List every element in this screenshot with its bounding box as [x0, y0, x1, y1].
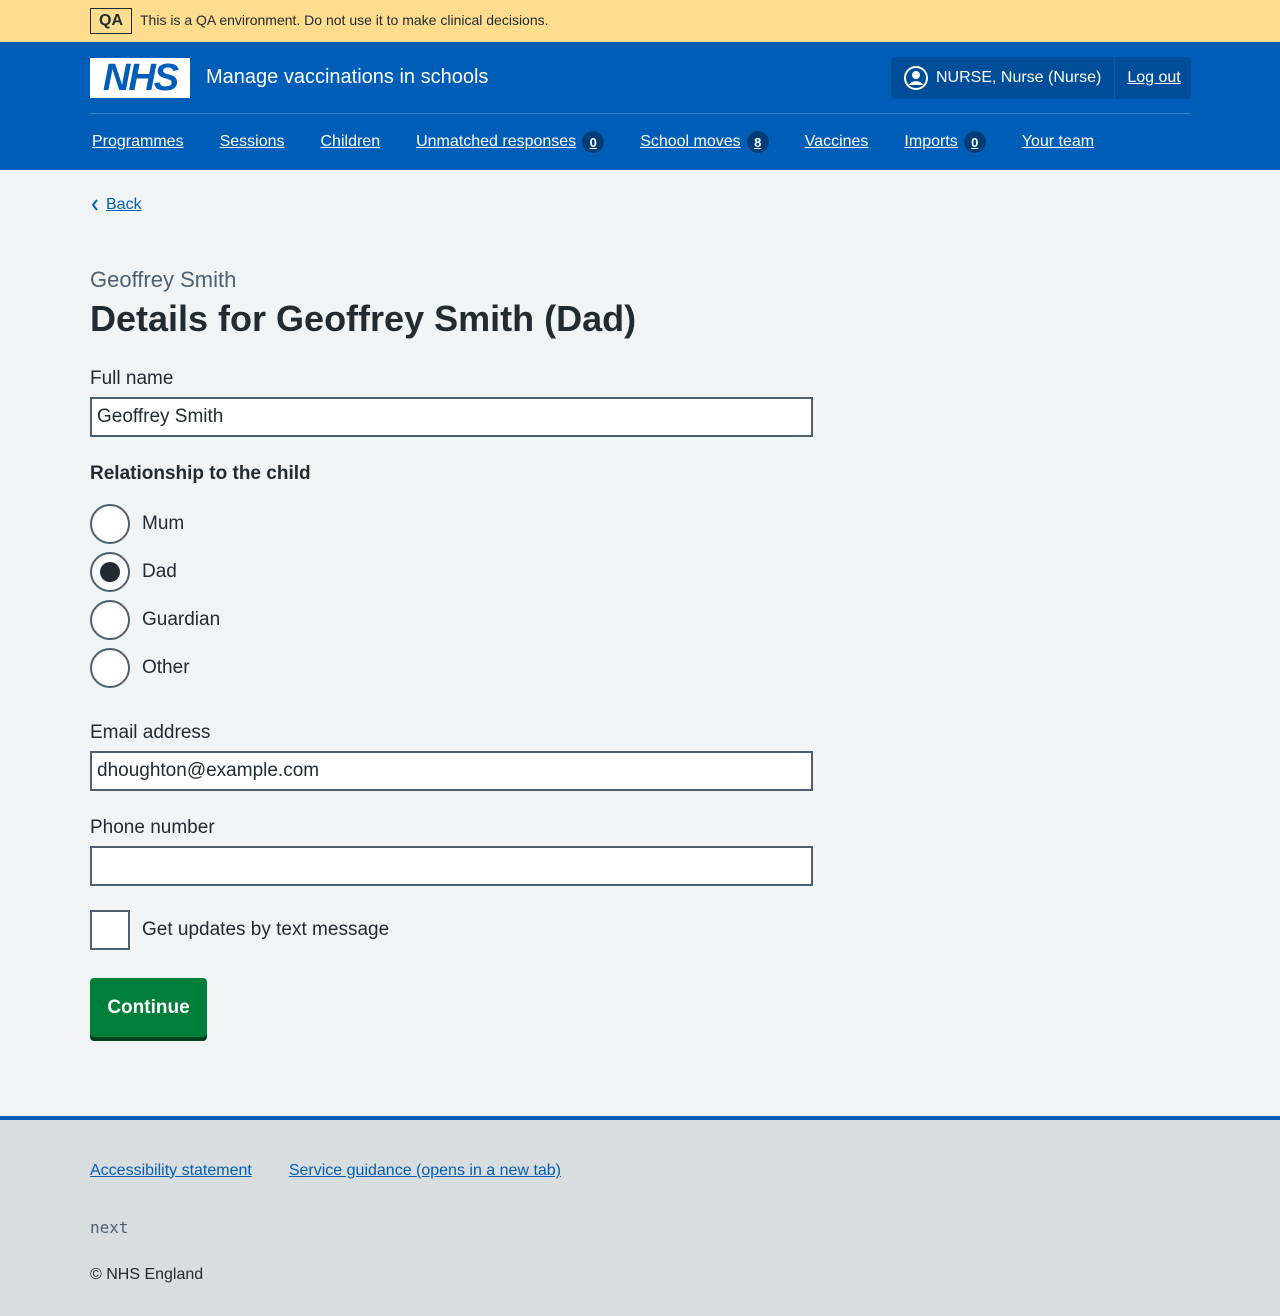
qa-tag: QA — [90, 8, 132, 34]
nav-vaccines[interactable]: Vaccines — [805, 133, 869, 151]
nav-children[interactable]: Children — [321, 133, 381, 151]
unmatched-count-badge: 0 — [582, 131, 605, 153]
nav-vaccines-label: Vaccines — [804, 133, 869, 150]
nav-your-team[interactable]: Your team — [1022, 133, 1094, 151]
qa-banner-text: This is a QA environment. Do not use it … — [140, 12, 549, 28]
nav-unmatched-responses-label: Unmatched responses — [416, 133, 577, 150]
nav-school-moves[interactable]: School moves 8 — [640, 131, 769, 153]
chevron-left-icon — [91, 199, 98, 211]
radio-mum[interactable]: Mum — [90, 504, 184, 544]
radio-dad-label[interactable]: Dad — [142, 561, 177, 583]
page-title: Details for Geoffrey Smith (Dad) — [90, 298, 637, 339]
header: NHS Manage vaccinations in schools NURSE… — [0, 42, 1280, 170]
nhs-logo-text: NHS — [102, 57, 179, 99]
radio-guardian[interactable]: Guardian — [90, 600, 220, 640]
footer-links: Accessibility statement Service guidance… — [90, 1162, 598, 1180]
app-version: next — [90, 1218, 129, 1237]
email-input[interactable] — [90, 751, 813, 791]
full-name-label: Full name — [90, 368, 174, 389]
user-icon — [904, 66, 928, 90]
logout-link[interactable]: Log out — [1115, 57, 1180, 99]
copyright: © NHS England — [90, 1266, 204, 1283]
phone-input[interactable] — [90, 846, 813, 886]
text-updates-label[interactable]: Get updates by text message — [142, 919, 389, 941]
accessibility-statement-link[interactable]: Accessibility statement — [90, 1162, 252, 1180]
service-guidance-link[interactable]: Service guidance (opens in a new tab) — [289, 1162, 561, 1180]
radio-other-label[interactable]: Other — [142, 657, 190, 679]
nav-children-label: Children — [320, 133, 381, 150]
account-box: NURSE, Nurse (Nurse) Log out — [891, 57, 1191, 99]
imports-count-badge: 0 — [963, 131, 986, 153]
nav-your-team-label: Your team — [1021, 133, 1095, 150]
nav-programmes-label: Programmes — [92, 133, 184, 150]
nav-sessions[interactable]: Sessions — [220, 133, 285, 151]
footer: Accessibility statement Service guidance… — [0, 1116, 1280, 1316]
nav-imports-label: Imports — [904, 133, 958, 150]
email-label: Email address — [90, 722, 211, 743]
nav-sessions-label: Sessions — [219, 133, 285, 150]
full-name-input[interactable] — [90, 397, 813, 437]
nhs-logo[interactable]: NHS — [90, 58, 190, 98]
radio-mum-label[interactable]: Mum — [142, 513, 184, 535]
account-user: NURSE, Nurse (Nurse) — [891, 57, 1116, 99]
nav-programmes[interactable]: Programmes — [92, 133, 184, 151]
back-link-label: Back — [106, 196, 142, 213]
header-divider — [90, 113, 1190, 114]
account-name: NURSE, Nurse (Nurse) — [936, 69, 1102, 86]
radio-dad[interactable]: Dad — [90, 552, 177, 592]
text-updates-checkbox[interactable] — [90, 910, 130, 950]
school-moves-count-badge: 8 — [746, 131, 769, 153]
continue-button[interactable]: Continue — [90, 978, 207, 1037]
text-updates-checkbox-row[interactable]: Get updates by text message — [90, 910, 389, 950]
primary-nav: Programmes Sessions Children Unmatched r… — [92, 131, 1130, 153]
phone-label: Phone number — [90, 817, 215, 838]
relationship-legend: Relationship to the child — [90, 463, 311, 484]
qa-banner: QA This is a QA environment. Do not use … — [0, 0, 1280, 42]
radio-mum-input[interactable] — [90, 504, 130, 544]
nav-imports[interactable]: Imports 0 — [904, 131, 986, 153]
nav-school-moves-label: School moves — [640, 133, 741, 150]
back-link[interactable]: Back — [90, 196, 142, 214]
radio-guardian-input[interactable] — [90, 600, 130, 640]
page-caption: Geoffrey Smith — [90, 267, 237, 292]
radio-guardian-label[interactable]: Guardian — [142, 609, 220, 631]
nav-unmatched-responses[interactable]: Unmatched responses 0 — [416, 131, 605, 153]
radio-dad-input[interactable] — [90, 552, 130, 592]
service-name[interactable]: Manage vaccinations in schools — [206, 66, 488, 89]
radio-other[interactable]: Other — [90, 648, 190, 688]
radio-other-input[interactable] — [90, 648, 130, 688]
